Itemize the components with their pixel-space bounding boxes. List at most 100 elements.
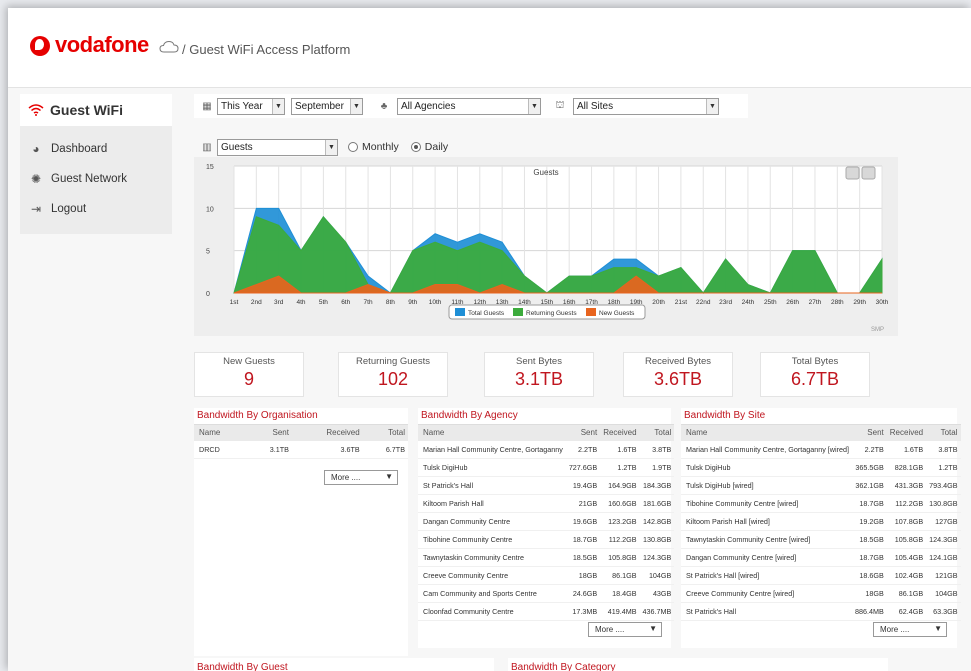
cell-sent: 18GB <box>565 566 601 585</box>
y-tick-label: 15 <box>206 164 214 171</box>
cell-total: 793.4GB <box>926 476 961 495</box>
x-tick-label: 8th <box>386 299 395 306</box>
cell-sent: 3.1TB <box>246 440 292 459</box>
cell-received: 105.8GB <box>886 530 927 549</box>
column-header-total[interactable]: Total <box>639 424 675 441</box>
cell-name: Marian Hall Community Centre, Gortaganny <box>418 440 566 459</box>
cell-sent: 886.4MB <box>851 602 887 621</box>
x-tick-label: 20th <box>652 299 665 306</box>
cell-total: 124.3GB <box>926 530 961 549</box>
cell-name: Cloonfad Community Centre <box>418 602 566 621</box>
breadcrumb: / Guest WiFi Access Platform <box>182 42 351 57</box>
cell-name: Tawnytaskin Community Centre [wired] <box>681 530 852 549</box>
table-row: DRCD 3.1TB 3.6TB 6.7TB <box>194 440 408 459</box>
table-row: Tawnytaskin Community Centre [wired] 18.5… <box>681 530 961 549</box>
month-select[interactable]: September ▼ <box>291 97 363 115</box>
kpi-sent-bytes: Sent Bytes 3.1TB <box>484 352 594 397</box>
cell-received: 1.6TB <box>600 440 640 459</box>
chevron-down-icon: ▼ <box>272 98 284 114</box>
table-row: Kiltoom Parish Hall 21GB 160.6GB 181.6GB <box>418 494 675 513</box>
kpi-value: 6.7TB <box>790 369 840 389</box>
x-tick-label: 22nd <box>696 299 711 306</box>
cell-total: 121GB <box>926 566 961 585</box>
column-header-sent[interactable]: Sent <box>851 424 887 441</box>
guests-chart-svg: 0510151st 2nd 3rd 4th 5th 6th 7th 8th 9th 10th 11t… <box>206 164 889 333</box>
chevron-down-icon: ▼ <box>325 139 337 155</box>
sidebar-item-dashboard[interactable]: ◕ Dashboard <box>20 134 172 164</box>
chevron-down-icon: ▼ <box>385 472 393 481</box>
metric-select-value: Guests <box>221 141 253 153</box>
more-select-value: More .... <box>331 473 361 482</box>
column-header-name[interactable]: Name <box>194 424 247 441</box>
x-tick-label: 24th <box>742 299 755 306</box>
kpi-label: Received Bytes <box>644 356 711 367</box>
radio-monthly[interactable]: Monthly <box>348 141 399 153</box>
sidebar-item-label: Dashboard <box>51 143 108 155</box>
column-header-name[interactable]: Name <box>418 424 566 441</box>
agency-select[interactable]: All Agencies ▼ <box>397 97 541 115</box>
radio-daily-circle[interactable] <box>410 142 421 152</box>
chevron-down-icon: ▼ <box>934 624 942 633</box>
metric-bar: ▥ Guests ▼ Monthly Daily <box>194 135 494 159</box>
kpi-value: 3.6TB <box>653 369 703 389</box>
x-tick-label: 2nd <box>251 299 262 306</box>
app-window: vodafone / Guest WiFi Access Platform Gu… <box>8 8 971 671</box>
x-tick-label: 9th <box>408 299 417 306</box>
table-row: Tibohine Community Centre 18.7GB 112.2GB 13… <box>418 530 675 549</box>
column-header-total[interactable]: Total <box>926 424 961 441</box>
cell-name: Tibohine Community Centre <box>418 530 566 549</box>
period-select[interactable]: This Year ▼ <box>217 97 285 115</box>
cell-received: 86.1GB <box>600 566 640 585</box>
x-tick-label: 21st <box>675 299 687 306</box>
bar-chart-icon: ▥ <box>202 141 212 153</box>
x-tick-label: 28th <box>831 299 844 306</box>
column-header-sent[interactable]: Sent <box>565 424 601 441</box>
agency-select-value: All Agencies <box>401 100 456 112</box>
table-row: Creeve Community Centre [wired] 18GB 86.1G… <box>681 584 961 603</box>
legend-label: Total Guests <box>468 310 505 317</box>
cell-total: 436.7MB <box>639 602 675 621</box>
cell-sent: 727.6GB <box>565 458 601 477</box>
cell-total: 43GB <box>639 584 675 603</box>
chart-title: Guests <box>533 168 558 177</box>
cell-received: 3.6TB <box>291 440 363 459</box>
radio-monthly-circle[interactable] <box>348 142 358 152</box>
cell-received: 102.4GB <box>886 566 927 585</box>
column-header-received[interactable]: Received <box>291 424 363 441</box>
cell-name: Tawnytaskin Community Centre <box>418 548 566 567</box>
column-header-total[interactable]: Total <box>362 424 408 441</box>
table-row: Tulsk DigiHub 365.5GB 828.1GB 1.2TB <box>681 458 961 477</box>
site-select[interactable]: All Sites ▼ <box>573 97 719 115</box>
cell-total: 6.7TB <box>362 440 408 459</box>
table-row: Marian Hall Community Centre, Gortaganny… <box>681 440 961 459</box>
table-row: St Patrick's Hall 19.4GB 164.9GB 184.3GB <box>418 476 675 495</box>
site-more-select[interactable]: More .... ▼ <box>873 622 947 637</box>
cell-name: Creeve Community Centre [wired] <box>681 584 852 603</box>
radio-daily[interactable]: Daily <box>410 141 448 153</box>
cell-name: Tulsk DigiHub <box>681 458 852 477</box>
column-header-sent[interactable]: Sent <box>246 424 292 441</box>
print-icon <box>845 166 860 180</box>
sidebar: Guest WiFi ◕ Dashboard ✺ Guest Network ⇥… <box>20 94 172 234</box>
org-more-select[interactable]: More .... ▼ <box>324 470 398 485</box>
cell-total: 3.8TB <box>639 440 675 459</box>
sidebar-item-logout[interactable]: ⇥ Logout <box>20 194 172 224</box>
site-icon: ⛫ <box>555 99 565 111</box>
panel-title: Bandwidth By Agency <box>421 410 518 421</box>
cell-sent: 2.2TB <box>851 440 887 459</box>
agency-more-select[interactable]: More .... ▼ <box>588 622 662 637</box>
download-icon <box>861 166 876 180</box>
cell-name: Tulsk DigiHub [wired] <box>681 476 852 495</box>
metric-select[interactable]: Guests ▼ <box>217 138 338 156</box>
cell-sent: 18.7GB <box>851 548 887 567</box>
table-header-row: Name Sent Received Total <box>681 424 961 441</box>
sidebar-item-guest-network[interactable]: ✺ Guest Network <box>20 164 172 194</box>
y-tick-label: 0 <box>206 291 210 298</box>
column-header-received[interactable]: Received <box>886 424 927 441</box>
x-tick-label: 6th <box>341 299 350 306</box>
table-row: Kiltoom Parish Hall [wired] 19.2GB 107.8GB… <box>681 512 961 531</box>
column-header-received[interactable]: Received <box>600 424 640 441</box>
panel-title-bandwidth-guest: Bandwidth By Guest <box>194 658 494 671</box>
agency-table: Name Sent Received Total Marian Hall Com… <box>418 424 675 621</box>
column-header-name[interactable]: Name <box>681 424 852 441</box>
